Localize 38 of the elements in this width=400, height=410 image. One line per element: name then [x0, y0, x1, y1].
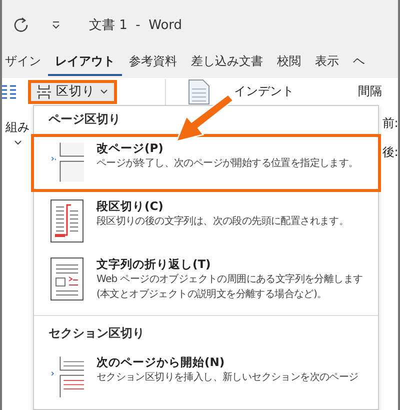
- column-break-icon: [50, 199, 84, 243]
- text-wrapping-icon: [50, 257, 84, 301]
- menu-item[interactable]: 文字列の折り返し(T) Web ページのオブジェクトの周囲にある文字列を分離します (本文とオブジェクトの説明文を分離する場合など)。: [31, 250, 382, 309]
- menu-item[interactable]: 段区切り(C) 段区切りの後の文字列は、次の段の先頭に配置されます。: [31, 192, 382, 250]
- caret-icon[interactable]: [14, 140, 22, 146]
- menu-item-description: ページが終了し、次のページが開始する位置を指定します。: [96, 156, 358, 171]
- ribbon-tab[interactable]: 校閲: [270, 50, 308, 76]
- ribbon-tab[interactable]: レイアウト: [48, 50, 122, 76]
- section-break-icon: [50, 355, 84, 399]
- menu-item-description: Web ページのオブジェクトの周囲にある文字列を分離します (本文とオブジェクトの説明文を分離する場合など)。: [96, 272, 364, 302]
- dropdown-icon[interactable]: [51, 20, 61, 30]
- menu-item-description: セクション区切りを挿入し、新しいセクションを次のページ: [96, 370, 358, 385]
- ribbon-tab[interactable]: 差し込み文書: [184, 50, 270, 76]
- spacing-field-label: 後:: [382, 144, 398, 161]
- breaks-button[interactable]: 区切り: [28, 80, 117, 104]
- menu-item-title: 次のページから開始(N): [96, 355, 226, 370]
- menu-item-title: 文字列の折り返し(T): [96, 257, 212, 272]
- columns-icon[interactable]: [2, 84, 16, 100]
- caret-icon: [100, 88, 108, 94]
- menu-item[interactable]: 改ページ(P) ページが終了し、次のページが開始する位置を指定します。: [31, 134, 382, 192]
- ribbon-tab[interactable]: ヘ: [346, 50, 372, 76]
- spacing-label: 間隔: [358, 83, 382, 100]
- indent-label: インデント: [234, 83, 294, 100]
- ribbon-tab[interactable]: 表示: [308, 50, 346, 76]
- spacing-field-label: 前:: [382, 115, 398, 132]
- menu-item-title: 改ページ(P): [96, 141, 164, 156]
- redo-icon[interactable]: [13, 17, 29, 33]
- ribbon-tab[interactable]: 参考資料: [122, 50, 184, 76]
- document-icon[interactable]: [188, 78, 210, 104]
- breaks-icon: [37, 84, 51, 98]
- menu-item-title: 段区切り(C): [96, 199, 164, 214]
- menu-header: ページ区切り: [47, 111, 122, 128]
- window-title: 文書 1 - Word: [89, 17, 182, 34]
- menu-item-description: 段区切りの後の文字列は、次の段の先頭に配置されます。: [96, 214, 349, 229]
- menu-item[interactable]: 次のページから開始(N) セクション区切りを挿入し、新しいセクションを次のページ: [31, 348, 382, 406]
- menu-header: セクション区切り: [47, 325, 146, 342]
- ribbon-tab[interactable]: ザイン: [2, 50, 48, 76]
- group-label: 組み: [6, 119, 30, 136]
